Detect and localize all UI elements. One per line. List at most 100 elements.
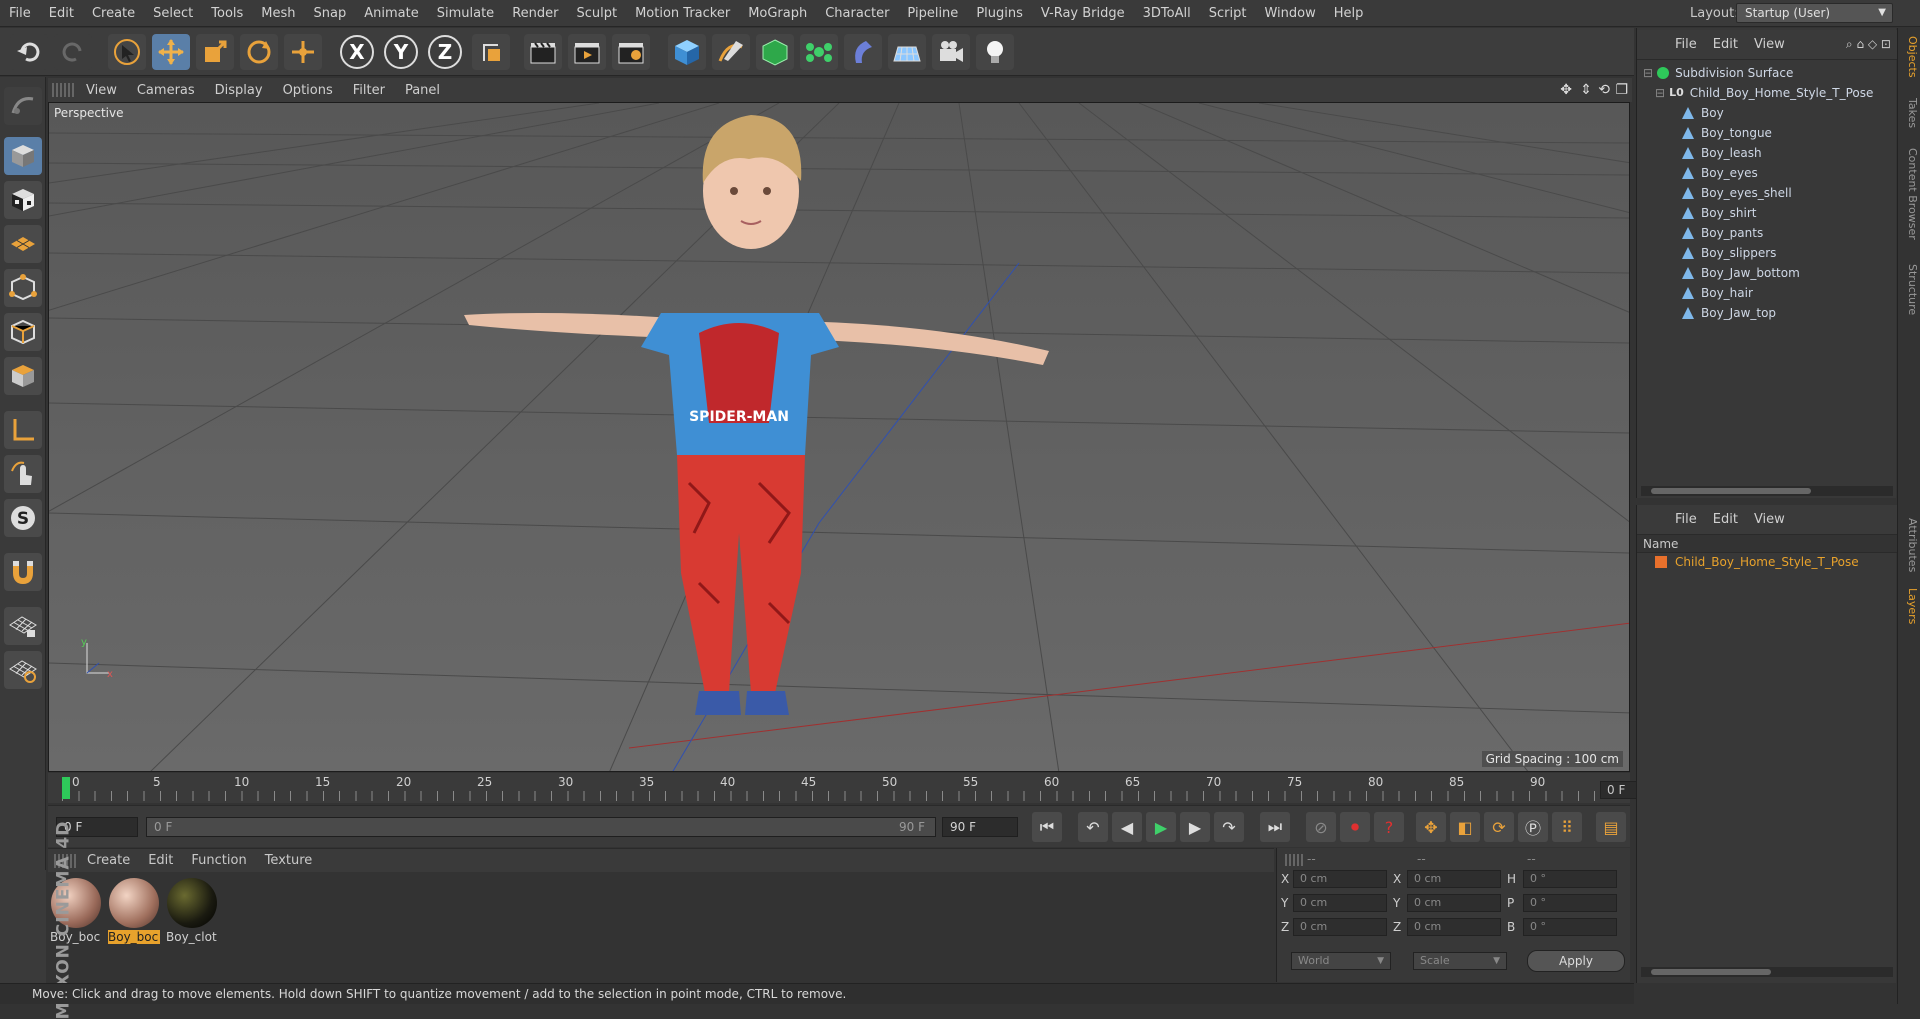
apply-button[interactable]: Apply <box>1527 950 1625 972</box>
next-key-button[interactable]: ↷ <box>1214 812 1244 842</box>
motion-path-button[interactable]: ⊘ <box>1306 812 1336 842</box>
pan-view-icon[interactable]: ✥ <box>1560 82 1572 98</box>
autokey-button[interactable]: ? <box>1374 812 1404 842</box>
tree-item-bone[interactable]: Boy_leash <box>1681 142 1762 164</box>
layer-row[interactable]: Child_Boy_Home_Style_T_Pose <box>1655 555 1859 569</box>
polygons-mode-button[interactable] <box>4 357 42 395</box>
next-frame-button[interactable]: ▶ <box>1180 812 1210 842</box>
model-mode-button[interactable] <box>4 137 42 175</box>
layer-menu-edit[interactable]: Edit <box>1705 512 1746 527</box>
search-icon[interactable]: ⌕ ⌂ ◇ ⊡ <box>1846 37 1891 52</box>
add-mograph-button[interactable] <box>800 34 838 70</box>
timeline-ruler[interactable]: 0 5 10 15 20 25 30 35 40 45 50 55 60 65 … <box>48 773 1678 803</box>
object-menu-view[interactable]: View <box>1746 37 1793 52</box>
menu-snap[interactable]: Snap <box>305 0 356 27</box>
scrollbar-thumb[interactable] <box>1651 969 1771 975</box>
menu-render[interactable]: Render <box>503 0 567 27</box>
add-camera-button[interactable] <box>932 34 970 70</box>
menu-pipeline[interactable]: Pipeline <box>898 0 967 27</box>
render-picture-viewer-button[interactable] <box>568 34 606 70</box>
record-keys-button[interactable]: ⏺ <box>1340 812 1370 842</box>
tab-structure[interactable]: Structure <box>1900 264 1919 315</box>
tweak-mode-button[interactable] <box>4 455 42 493</box>
playhead-marker[interactable] <box>62 777 70 799</box>
viewport-menu-options[interactable]: Options <box>273 83 343 98</box>
menu-script[interactable]: Script <box>1200 0 1256 27</box>
scale-tool-button[interactable] <box>196 34 234 70</box>
solo-button[interactable]: S <box>4 499 42 537</box>
menu-create[interactable]: Create <box>83 0 144 27</box>
tab-attributes[interactable]: Attributes <box>1900 518 1919 572</box>
tab-content-browser[interactable]: Content Browser <box>1900 148 1919 240</box>
tree-item-bone[interactable]: Boy_eyes <box>1681 162 1758 184</box>
menu-animate[interactable]: Animate <box>355 0 427 27</box>
move-tool-button[interactable] <box>152 34 190 70</box>
z-axis-lock-button[interactable]: Z <box>428 35 462 69</box>
live-selection-button[interactable] <box>108 34 146 70</box>
coordinate-system-button[interactable] <box>472 34 510 70</box>
coordinate-mode-select[interactable]: World ▼ <box>1291 952 1391 970</box>
material-menu-function[interactable]: Function <box>182 853 255 868</box>
layer-menu-file[interactable]: File <box>1667 512 1705 527</box>
play-button[interactable]: ▶ <box>1146 812 1176 842</box>
rotate-tool-button[interactable] <box>240 34 278 70</box>
menu-help[interactable]: Help <box>1325 0 1373 27</box>
menu-mograph[interactable]: MoGraph <box>739 0 816 27</box>
pos-x-field[interactable]: 0 cm <box>1293 870 1387 888</box>
add-spline-button[interactable] <box>712 34 750 70</box>
object-horizontal-scrollbar[interactable] <box>1641 486 1893 496</box>
tree-item-subdivision-surface[interactable]: ⊟ Subdivision Surface <box>1643 62 1793 84</box>
texture-mode-button[interactable] <box>4 181 42 219</box>
rot-h-field[interactable]: 0 ° <box>1523 870 1617 888</box>
viewport-menu-view[interactable]: View <box>76 83 127 98</box>
zoom-view-icon[interactable]: ⇕ <box>1580 82 1592 98</box>
size-x-field[interactable]: 0 cm <box>1407 870 1501 888</box>
key-rotation-button[interactable]: ⟳ <box>1484 812 1514 842</box>
menu-3dtoall[interactable]: 3DToAll <box>1134 0 1200 27</box>
menu-plugins[interactable]: Plugins <box>967 0 1032 27</box>
size-y-field[interactable]: 0 cm <box>1407 894 1501 912</box>
menu-character[interactable]: Character <box>816 0 898 27</box>
tab-objects[interactable]: Objects <box>1900 36 1919 78</box>
object-menu-edit[interactable]: Edit <box>1705 37 1746 52</box>
snap-button[interactable] <box>4 553 42 591</box>
tree-item-bone[interactable]: Boy_tongue <box>1681 122 1772 144</box>
menu-motion-tracker[interactable]: Motion Tracker <box>626 0 739 27</box>
menu-mesh[interactable]: Mesh <box>252 0 304 27</box>
go-to-end-button[interactable]: ⏭ <box>1260 812 1290 842</box>
perspective-viewport[interactable]: y x SPIDER-MAN Perspective Grid Spacing … <box>48 102 1630 772</box>
render-settings-button[interactable] <box>612 34 650 70</box>
viewport-menu-filter[interactable]: Filter <box>343 83 395 98</box>
menu-window[interactable]: Window <box>1255 0 1324 27</box>
rotate-view-icon[interactable]: ⟲ <box>1598 82 1610 98</box>
lock-workplane-button[interactable] <box>4 607 42 645</box>
tree-item-bone[interactable]: Boy_Jaw_top <box>1681 302 1776 324</box>
axis-mode-button[interactable] <box>4 411 42 449</box>
tree-item-bone[interactable]: Boy_eyes_shell <box>1681 182 1792 204</box>
pos-y-field[interactable]: 0 cm <box>1293 894 1387 912</box>
viewport-menu-cameras[interactable]: Cameras <box>127 83 205 98</box>
key-pla-button[interactable]: ⠿ <box>1552 812 1582 842</box>
timeline-window-button[interactable]: ▤ <box>1596 812 1626 842</box>
planar-workplane-button[interactable] <box>4 651 42 689</box>
x-axis-lock-button[interactable]: X <box>340 35 374 69</box>
menu-simulate[interactable]: Simulate <box>428 0 503 27</box>
scrollbar-thumb[interactable] <box>1651 488 1811 494</box>
edges-mode-button[interactable] <box>4 313 42 351</box>
tab-layers[interactable]: Layers <box>1900 588 1919 624</box>
material-menu-create[interactable]: Create <box>78 853 139 868</box>
menu-sculpt[interactable]: Sculpt <box>567 0 626 27</box>
material-menu-texture[interactable]: Texture <box>256 853 322 868</box>
workplane-mode-button[interactable] <box>4 225 42 263</box>
viewport-menu-display[interactable]: Display <box>205 83 273 98</box>
layer-color-swatch[interactable] <box>1655 556 1667 568</box>
menu-tools[interactable]: Tools <box>202 0 252 27</box>
material-swatch[interactable]: Boy_clot <box>166 878 218 950</box>
add-deformer-button[interactable] <box>844 34 882 70</box>
tree-item-bone[interactable]: Boy_slippers <box>1681 242 1776 264</box>
points-mode-button[interactable] <box>4 269 42 307</box>
tree-item-bone[interactable]: Boy_Jaw_bottom <box>1681 262 1800 284</box>
layer-menu-view[interactable]: View <box>1746 512 1793 527</box>
add-cube-button[interactable] <box>668 34 706 70</box>
make-editable-button[interactable] <box>4 87 42 125</box>
